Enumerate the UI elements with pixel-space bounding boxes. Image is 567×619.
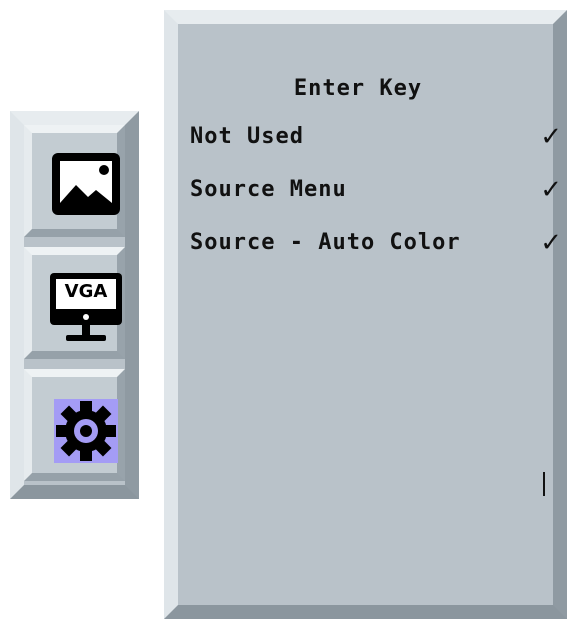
- menu-item-label: Source - Auto Color: [190, 230, 461, 255]
- vga-monitor-icon: VGA: [46, 269, 126, 349]
- osd-sidebar: VGA: [10, 111, 139, 499]
- vga-badge: VGA: [64, 281, 108, 302]
- menu-title: Enter Key: [293, 76, 423, 101]
- checkmark-icon: ✓: [540, 122, 562, 152]
- menu-item-label: Not Used: [190, 124, 304, 149]
- checkmark-icon: ✓: [540, 228, 562, 258]
- gear-icon: [46, 391, 126, 471]
- picture-icon: [46, 147, 126, 227]
- menu-item-source-menu[interactable]: Source Menu ✓: [190, 175, 562, 217]
- tab-setup[interactable]: [24, 369, 125, 481]
- checkmark-icon: ✓: [540, 175, 562, 205]
- osd-menu-panel: Enter Key Not Used ✓ Source Menu ✓ Sourc…: [164, 10, 567, 619]
- tab-picture[interactable]: [24, 125, 125, 237]
- tab-input-source[interactable]: VGA: [24, 247, 125, 359]
- menu-item-source-auto-color[interactable]: Source - Auto Color ✓: [190, 228, 562, 270]
- menu-item-not-used[interactable]: Not Used ✓: [190, 122, 562, 164]
- scroll-indicator: [543, 472, 545, 496]
- menu-item-label: Source Menu: [190, 177, 347, 202]
